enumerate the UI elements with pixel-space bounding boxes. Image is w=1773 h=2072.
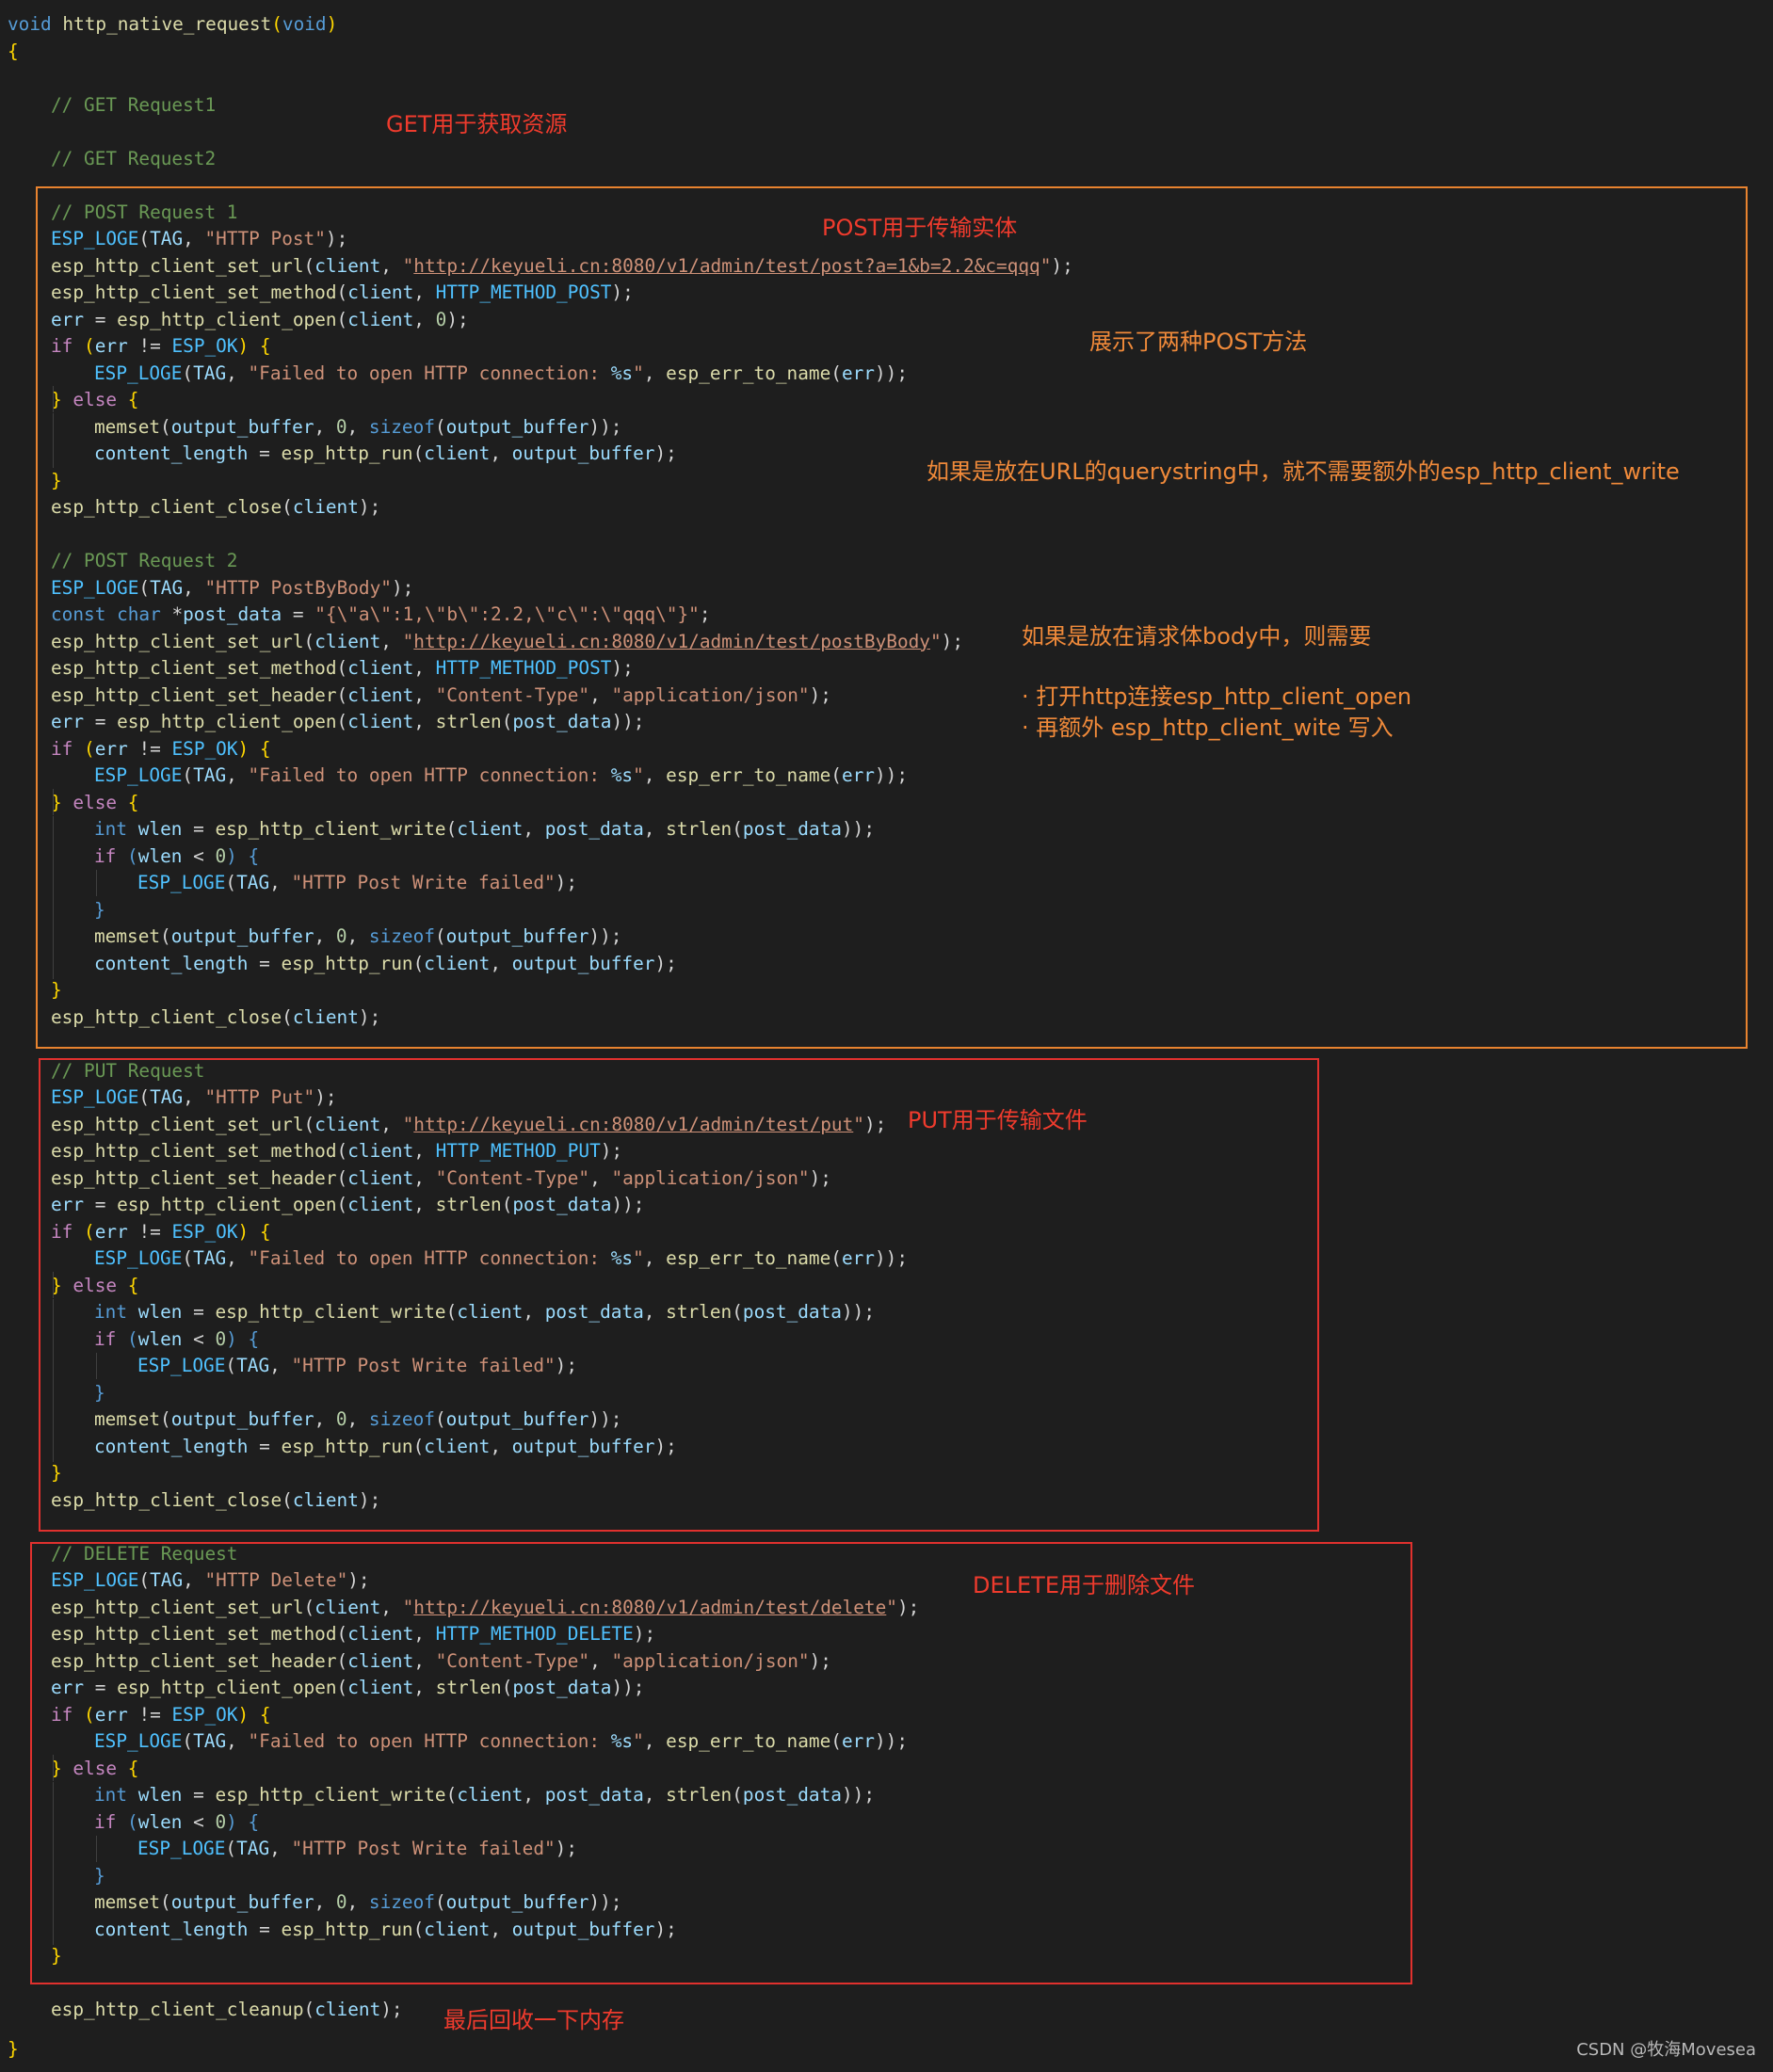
get-request2-comment: // GET Request2 <box>51 147 217 169</box>
close-brace: } <box>8 2038 19 2060</box>
get-request1-comment: // GET Request1 <box>51 93 217 116</box>
post-section-box <box>36 186 1748 1049</box>
body-annotation: 如果是放在请求体body中，则需要 <box>1022 623 1372 650</box>
querystring-annotation: 如果是放在URL的querystring中，就不需要额外的esp_http_cl… <box>927 458 1680 485</box>
body-bullet-1: · 打开http连接esp_http_client_open <box>1022 683 1412 710</box>
put-section-box <box>39 1058 1319 1532</box>
delete-annotation: DELETE用于删除文件 <box>973 1572 1196 1598</box>
open-brace: { <box>8 40 19 62</box>
get-annotation: GET用于获取资源 <box>386 111 568 137</box>
post-annotation: POST用于传输实体 <box>822 215 1018 241</box>
body-bullet-2: · 再额外 esp_http_client_wite 写入 <box>1022 715 1394 741</box>
function-signature: void http_native_request(void) <box>8 13 338 35</box>
watermark: CSDN @牧海Movesea <box>1576 2040 1756 2060</box>
put-annotation: PUT用于传输文件 <box>908 1107 1088 1133</box>
two-post-annotation: 展示了两种POST方法 <box>1089 329 1308 355</box>
cleanup-annotation: 最后回收一下内存 <box>443 2007 624 2033</box>
delete-section-box <box>30 1542 1412 1984</box>
cleanup-line: esp_http_client_cleanup(client); <box>51 1999 403 2020</box>
